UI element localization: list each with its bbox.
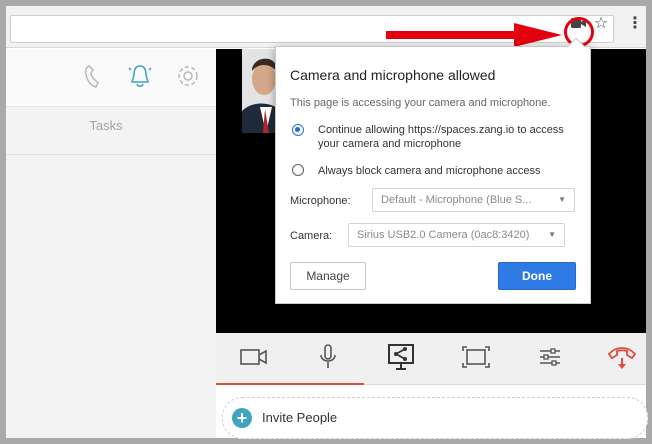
plus-icon: + <box>232 408 252 428</box>
block-option-label[interactable]: Always block camera and microphone acces… <box>318 165 541 177</box>
microphone-label: Microphone: <box>290 195 351 207</box>
gear-icon[interactable] <box>174 62 202 90</box>
phone-icon[interactable] <box>80 62 108 90</box>
bell-icon[interactable] <box>126 62 154 90</box>
camera-label: Camera: <box>290 230 333 242</box>
microphone-icon[interactable] <box>310 342 346 372</box>
sidebar-panel <box>6 107 216 438</box>
hang-up-icon[interactable] <box>604 342 640 372</box>
active-tab-indicator <box>216 383 364 385</box>
popup-subtitle: This page is accessing your camera and m… <box>290 97 551 109</box>
tasks-label[interactable]: Tasks <box>6 118 206 133</box>
block-radio[interactable] <box>292 164 304 176</box>
camera-select-value: Sirius USB2.0 Camera (0ac8:3420) <box>357 229 530 241</box>
chevron-down-icon: ▼ <box>548 230 556 239</box>
manage-button[interactable]: Manage <box>290 262 366 290</box>
kebab-menu-icon[interactable]: ⋮ <box>626 14 644 32</box>
popup-title: Camera and microphone allowed <box>290 67 496 83</box>
allow-option-label[interactable]: Continue allowing https://spaces.zang.io… <box>318 123 568 151</box>
divider <box>6 154 216 155</box>
star-icon[interactable]: ☆ <box>592 14 610 32</box>
settings-sliders-icon[interactable] <box>532 342 568 372</box>
done-button[interactable]: Done <box>498 262 576 290</box>
screen-share-icon[interactable] <box>383 342 419 372</box>
microphone-select-value: Default - Microphone (Blue S... <box>381 194 532 206</box>
fullscreen-icon[interactable] <box>458 342 494 372</box>
microphone-select[interactable]: Default - Microphone (Blue S... ▼ <box>372 188 575 212</box>
chevron-down-icon: ▼ <box>558 195 566 204</box>
invite-people-label: Invite People <box>262 410 338 425</box>
call-controls-bar <box>216 333 646 385</box>
camera-select[interactable]: Sirius USB2.0 Camera (0ac8:3420) ▼ <box>348 223 565 247</box>
participant-video-tile <box>242 49 276 133</box>
video-camera-icon[interactable] <box>236 342 272 372</box>
allow-radio[interactable] <box>292 124 304 136</box>
